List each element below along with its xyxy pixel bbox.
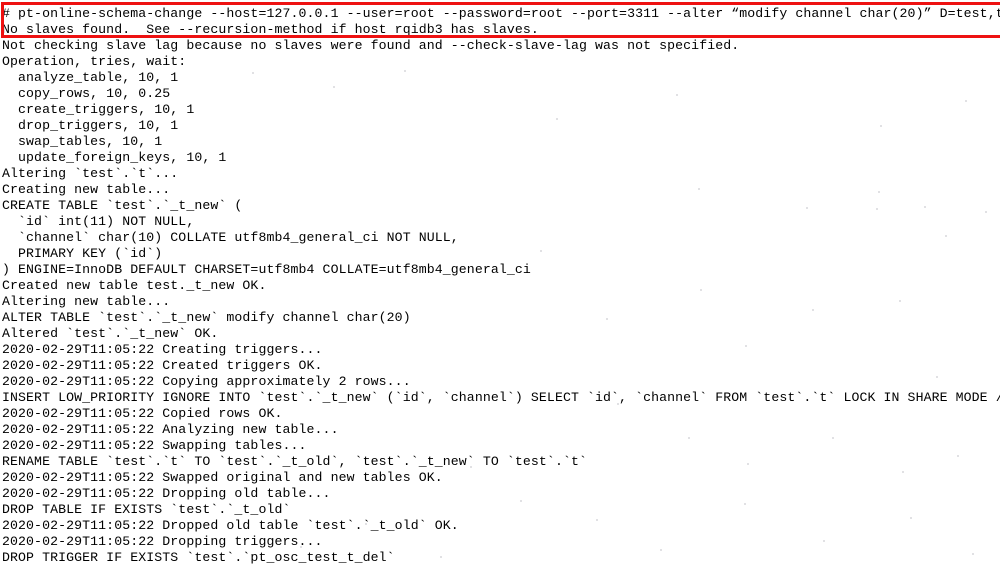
terminal-line: `channel` char(10) COLLATE utf8mb4_gener… [2,230,459,245]
terminal-line: 2020-02-29T11:05:22 Dropping triggers... [2,534,323,549]
terminal-line: 2020-02-29T11:05:22 Created triggers OK. [2,358,323,373]
terminal-line: Created new table test._t_new OK. [2,278,267,293]
terminal-line: create_triggers, 10, 1 [2,102,195,117]
terminal-line: 2020-02-29T11:05:22 Copying approximatel… [2,374,411,389]
terminal-line: copy_rows, 10, 0.25 [2,86,171,101]
terminal-window[interactable]: # pt-online-schema-change --host=127.0.0… [0,0,1000,574]
terminal-line: 2020-02-29T11:05:22 Analyzing new table.… [2,422,339,437]
terminal-line: # pt-online-schema-change --host=127.0.0… [2,6,1000,21]
terminal-line: `id` int(11) NOT NULL, [2,214,195,229]
terminal-line: Altered `test`.`_t_new` OK. [2,326,219,341]
terminal-line: swap_tables, 10, 1 [2,134,163,149]
terminal-line: Operation, tries, wait: [2,54,187,69]
terminal-line: 2020-02-29T11:05:22 Creating triggers... [2,342,323,357]
terminal-line: 2020-02-29T11:05:22 Swapping tables... [2,438,307,453]
terminal-line: No slaves found. See --recursion-method … [2,22,539,37]
terminal-line: Altering new table... [2,294,171,309]
terminal-line: Not checking slave lag because no slaves… [2,38,740,53]
terminal-output[interactable]: # pt-online-schema-change --host=127.0.0… [0,0,1000,566]
terminal-line: drop_triggers, 10, 1 [2,118,179,133]
terminal-line: Altering `test`.`t`... [2,166,179,181]
terminal-line: INSERT LOW_PRIORITY IGNORE INTO `test`.`… [2,390,1000,405]
terminal-line: RENAME TABLE `test`.`t` TO `test`.`_t_ol… [2,454,588,469]
terminal-line: CREATE TABLE `test`.`_t_new` ( [2,198,243,213]
terminal-line: PRIMARY KEY (`id`) [2,246,163,261]
terminal-line: ) ENGINE=InnoDB DEFAULT CHARSET=utf8mb4 … [2,262,531,277]
terminal-line: update_foreign_keys, 10, 1 [2,150,227,165]
terminal-line: ALTER TABLE `test`.`_t_new` modify chann… [2,310,411,325]
terminal-line: analyze_table, 10, 1 [2,70,179,85]
terminal-line: Creating new table... [2,182,171,197]
terminal-line: 2020-02-29T11:05:22 Swapped original and… [2,470,443,485]
terminal-line: 2020-02-29T11:05:22 Dropping old table..… [2,486,331,501]
terminal-line: DROP TRIGGER IF EXISTS `test`.`pt_osc_te… [2,550,395,565]
terminal-line: 2020-02-29T11:05:22 Dropped old table `t… [2,518,459,533]
terminal-line: 2020-02-29T11:05:22 Copied rows OK. [2,406,283,421]
terminal-line: DROP TABLE IF EXISTS `test`.`_t_old` [2,502,291,517]
